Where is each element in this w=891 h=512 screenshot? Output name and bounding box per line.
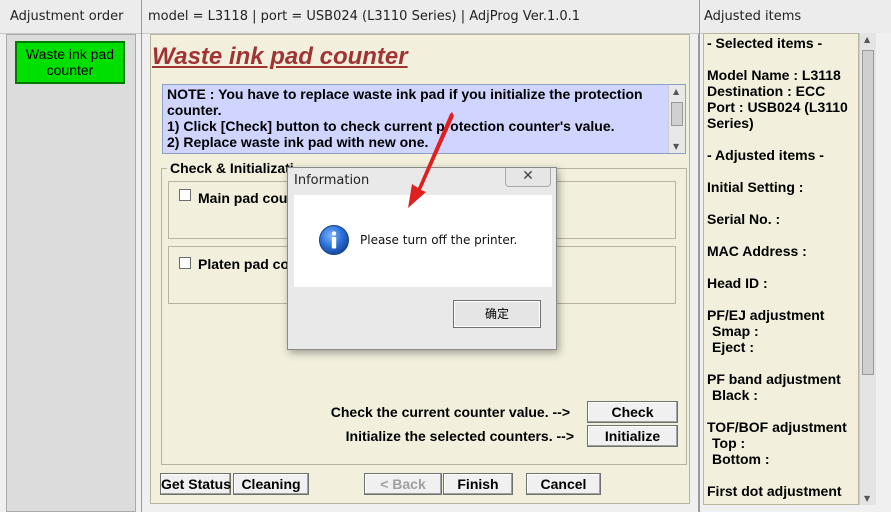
destination-line: Destination : ECC: [707, 83, 826, 99]
scroll-up-icon[interactable]: ▲: [864, 35, 870, 44]
adjustment-order-title: Adjustment order: [10, 9, 124, 24]
scroll-down-icon[interactable]: ▼: [673, 142, 679, 151]
main-window-title: model = L3118 | port = USB024 (L3110 Ser…: [148, 9, 581, 24]
mac-address-line: MAC Address :: [707, 243, 807, 259]
waste-ink-pad-counter-button[interactable]: Waste ink pad counter: [15, 41, 125, 84]
port-line: Port : USB024 (L3110: [707, 99, 848, 115]
adjusted-items-scrollbar[interactable]: ▲ ▼: [859, 33, 876, 505]
first-dot-adjustment-line: First dot adjustment: [707, 483, 842, 499]
platen-pad-label: Platen pad co: [198, 256, 290, 272]
check-button[interactable]: Check: [587, 401, 678, 423]
head-id-line: Head ID :: [707, 275, 768, 291]
note-line: NOTE : You have to replace waste ink pad…: [167, 86, 643, 102]
note-scrollbar[interactable]: ▲ ▼: [668, 85, 685, 153]
black-line: Black :: [712, 387, 758, 403]
adjusted-items-title: Adjusted items: [704, 9, 802, 24]
top-line: Top :: [712, 435, 746, 451]
scroll-thumb[interactable]: [671, 102, 683, 126]
adjustment-order-titlebar[interactable]: Adjustment order: [0, 0, 142, 34]
dialog-message: Please turn off the printer.: [360, 233, 518, 247]
adjusted-items-window: Adjusted items - Selected items - Model …: [699, 0, 891, 512]
selected-items-header: - Selected items -: [707, 35, 823, 51]
tof-bof-adjustment-line: TOF/BOF adjustment: [707, 419, 847, 435]
check-initialization-group-label: Check & Initializati: [167, 160, 297, 176]
info-icon: [318, 224, 350, 256]
pf-ej-adjustment-line: PF/EJ adjustment: [707, 307, 825, 323]
adjusted-items-titlebar[interactable]: Adjusted items: [700, 0, 891, 34]
dialog-title: Information: [294, 173, 370, 188]
page-title: Waste ink pad counter: [152, 43, 408, 70]
serial-no-line: Serial No. :: [707, 211, 781, 227]
cleaning-button[interactable]: Cleaning: [233, 473, 309, 495]
main-pad-label: Main pad cou: [198, 190, 288, 206]
model-name-line: Model Name : L3118: [707, 67, 841, 83]
smap-line: Smap :: [712, 323, 759, 339]
check-prompt: Check the current counter value. -->: [330, 404, 570, 420]
adjusted-items-header: - Adjusted items -: [707, 147, 824, 163]
annotation-arrow-icon: [400, 108, 460, 214]
ok-button[interactable]: 确定: [453, 300, 541, 328]
initialize-button[interactable]: Initialize: [587, 425, 678, 447]
get-status-button[interactable]: Get Status: [160, 473, 231, 495]
finish-button[interactable]: Finish: [443, 473, 513, 495]
initialize-prompt: Initialize the selected counters. -->: [345, 428, 574, 444]
pf-band-adjustment-line: PF band adjustment: [707, 371, 841, 387]
window-edge: [876, 33, 891, 505]
eject-line: Eject :: [712, 339, 755, 355]
port-line-continued: Series): [707, 115, 754, 131]
adjustment-order-list: [6, 34, 136, 512]
initial-setting-line: Initial Setting :: [707, 179, 804, 195]
scroll-down-icon[interactable]: ▼: [864, 494, 870, 503]
back-button[interactable]: < Back: [364, 473, 442, 495]
platen-pad-checkbox[interactable]: [179, 257, 191, 269]
main-titlebar[interactable]: model = L3118 | port = USB024 (L3110 Ser…: [142, 0, 700, 34]
scroll-thumb[interactable]: [862, 50, 874, 375]
scroll-up-icon[interactable]: ▲: [673, 87, 679, 96]
cancel-button[interactable]: Cancel: [526, 473, 601, 495]
bottom-line: Bottom :: [712, 451, 770, 467]
close-icon[interactable]: ✕: [505, 168, 551, 187]
main-pad-checkbox[interactable]: [179, 189, 191, 201]
